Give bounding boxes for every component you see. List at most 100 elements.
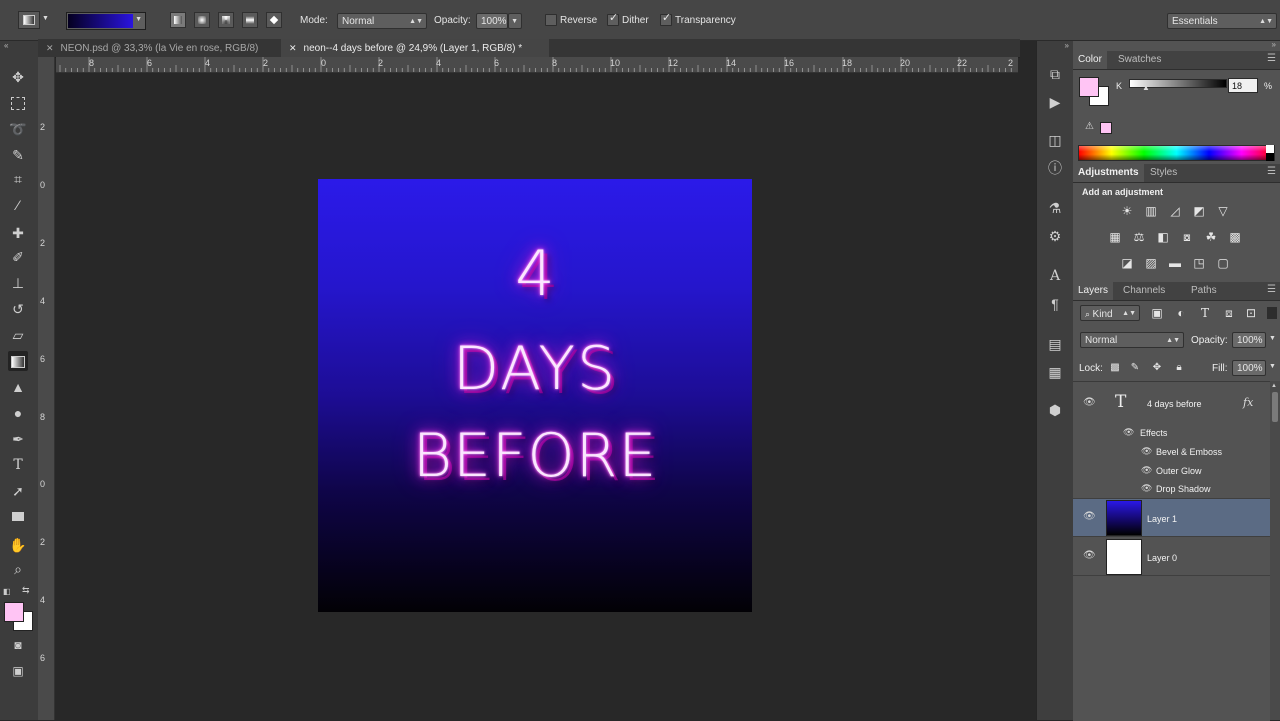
history-icon[interactable]: ⧉ — [1046, 65, 1064, 83]
invert-icon[interactable]: ◪ — [1119, 256, 1135, 270]
tool-preset-arrow[interactable]: ▼ — [42, 15, 49, 22]
brightness-contrast-icon[interactable]: ☀ — [1119, 204, 1135, 218]
effects-eye-icon[interactable]: 👁︎ — [1123, 427, 1134, 438]
dither-checkbox[interactable]: ✓ — [607, 12, 619, 26]
hand-tool-icon[interactable]: ✋ — [8, 535, 28, 555]
channel-mixer-icon[interactable]: ☘ — [1203, 230, 1219, 244]
eraser-tool-icon[interactable]: ▱ — [8, 325, 28, 345]
clone-stamp-tool-icon[interactable]: ⊥ — [8, 273, 28, 293]
rectangle-tool-icon[interactable] — [8, 507, 28, 527]
effect-outer-glow[interactable]: Outer Glow — [1156, 466, 1202, 476]
filter-pixel-icon[interactable]: ▣ — [1149, 306, 1165, 320]
gradient-tool-icon[interactable] — [8, 351, 28, 371]
blur-tool-icon[interactable]: ▲ — [8, 377, 28, 397]
layer-name[interactable]: Layer 1 — [1147, 514, 1177, 524]
layer-filter-select[interactable]: ⌕ Kind ▲▼ — [1080, 305, 1140, 321]
move-tool-icon[interactable]: ✥ — [8, 67, 28, 87]
scrollbar-thumb[interactable] — [1272, 392, 1278, 422]
screen-mode-icon[interactable]: ▣ — [8, 661, 28, 681]
curves-icon[interactable]: ◿ — [1167, 204, 1183, 218]
tab-color[interactable]: Color — [1073, 51, 1107, 69]
tab-layers[interactable]: Layers — [1073, 282, 1114, 300]
tab-paths[interactable]: Paths — [1186, 282, 1222, 300]
vibrance-icon[interactable]: ▽ — [1215, 204, 1231, 218]
quick-selection-tool-icon[interactable]: ✎ — [8, 145, 28, 165]
filter-toggle[interactable] — [1267, 307, 1277, 319]
panel-menu-icon[interactable]: ☰ — [1267, 284, 1276, 295]
layer-row-text[interactable]: 👁︎ T 4 days before fx 👁︎ Effects 👁︎ Beve… — [1073, 382, 1270, 499]
posterize-icon[interactable]: ▨ — [1143, 256, 1159, 270]
close-icon[interactable]: ✕ — [46, 43, 54, 53]
visibility-eye-icon[interactable]: 👁︎ — [1083, 511, 1096, 522]
collapse-arrows-icon[interactable]: » — [1272, 40, 1276, 49]
angle-gradient-button[interactable] — [218, 12, 234, 28]
layers-scrollbar[interactable]: ▲ — [1270, 381, 1280, 720]
black-white-icon[interactable]: ◧ — [1155, 230, 1171, 244]
linear-gradient-button[interactable] — [170, 12, 186, 28]
opacity-field[interactable]: 100% — [476, 13, 508, 29]
actions-play-icon[interactable]: ▶ — [1046, 93, 1064, 111]
effect-eye-icon[interactable]: 👁︎ — [1141, 446, 1152, 457]
color-spectrum[interactable] — [1078, 145, 1275, 161]
tab-neon-psd[interactable]: ✕ NEON.psd @ 33,3% (la Vie en rose, RGB/8… — [38, 39, 281, 57]
pen-tool-icon[interactable]: ✒ — [8, 429, 28, 449]
transparency-checkbox[interactable]: ✓ — [660, 12, 672, 26]
diamond-gradient-button[interactable] — [266, 12, 282, 28]
lock-all-icon[interactable]: 🔒︎ — [1171, 361, 1187, 375]
gamut-warning-icon[interactable]: ⚠ — [1085, 121, 1094, 132]
panel-menu-icon[interactable]: ☰ — [1267, 166, 1276, 177]
tab-channels[interactable]: Channels — [1118, 282, 1170, 300]
properties-icon[interactable]: ▦ — [1046, 363, 1064, 381]
chevron-down-icon[interactable]: ▼ — [1269, 363, 1276, 370]
default-colors-icon[interactable]: ◧ — [3, 587, 11, 596]
foreground-color-swatch[interactable] — [4, 602, 24, 622]
layer-row-layer1[interactable]: 👁︎ Layer 1 — [1073, 499, 1270, 537]
photo-filter-icon[interactable]: ⧇ — [1179, 230, 1195, 244]
threshold-icon[interactable]: ▬ — [1167, 256, 1183, 270]
tool-preset-picker[interactable] — [18, 11, 40, 29]
filter-type-icon[interactable]: T — [1197, 306, 1213, 320]
levels-icon[interactable]: ▥ — [1143, 204, 1159, 218]
layer-opacity-field[interactable]: 100% — [1232, 332, 1266, 348]
document-canvas[interactable]: 4 DAYS BEFORE — [318, 179, 752, 612]
path-selection-tool-icon[interactable]: ➚ — [8, 481, 28, 501]
tab-neon-4-days-before[interactable]: ✕ neon--4 days before @ 24,9% (Layer 1, R… — [281, 39, 549, 57]
exposure-icon[interactable]: ◩ — [1191, 204, 1207, 218]
k-slider-handle[interactable]: ▲ — [1142, 83, 1150, 92]
fill-field[interactable]: 100% — [1232, 360, 1266, 376]
opacity-dropdown[interactable]: ▼ — [508, 13, 522, 29]
blend-mode-select[interactable]: Normal ▲▼ — [1080, 332, 1184, 348]
close-icon[interactable]: ✕ — [289, 43, 297, 53]
effect-eye-icon[interactable]: 👁︎ — [1141, 483, 1152, 494]
zoom-tool-icon[interactable]: ⌕ — [8, 559, 28, 579]
character-icon[interactable]: A — [1046, 267, 1064, 285]
gradient-map-icon[interactable]: ◳ — [1191, 256, 1207, 270]
healing-brush-tool-icon[interactable]: ✚ — [8, 223, 28, 243]
marquee-tool-icon[interactable] — [8, 93, 28, 113]
paragraph-icon[interactable]: ¶ — [1046, 295, 1064, 313]
visibility-eye-icon[interactable]: 👁︎ — [1083, 397, 1096, 408]
layer-comps-icon[interactable]: ◫ — [1046, 131, 1064, 149]
collapse-arrows-icon[interactable]: » — [1065, 41, 1069, 50]
workspace-select[interactable]: Essentials ▲▼ — [1167, 13, 1277, 29]
layer-row-layer0[interactable]: 👁︎ Layer 0 — [1073, 537, 1270, 576]
info-icon[interactable]: ⓘ — [1046, 159, 1064, 177]
notes-icon[interactable]: ▤ — [1046, 335, 1064, 353]
chevron-down-icon[interactable]: ▼ — [1269, 335, 1276, 342]
crop-tool-icon[interactable]: ⌗ — [8, 169, 28, 189]
visibility-eye-icon[interactable]: 👁︎ — [1083, 550, 1096, 561]
k-value-field[interactable]: 18 — [1228, 78, 1258, 93]
color-lookup-icon[interactable]: ▩ — [1227, 230, 1243, 244]
selective-color-icon[interactable]: ▢ — [1215, 256, 1231, 270]
layer-name[interactable]: 4 days before — [1147, 399, 1202, 409]
3d-icon[interactable]: ⬢ — [1046, 401, 1064, 419]
gamut-color-swatch[interactable] — [1100, 122, 1112, 134]
hue-saturation-icon[interactable]: ▦ — [1107, 230, 1123, 244]
panel-menu-icon[interactable]: ☰ — [1267, 53, 1276, 64]
swap-colors-icon[interactable]: ⇆ — [22, 585, 30, 596]
tool-presets-icon[interactable]: ⚙ — [1046, 227, 1064, 245]
eyedropper-tool-icon[interactable]: ⁄ — [8, 195, 28, 215]
type-tool-icon[interactable]: T — [8, 455, 28, 475]
effect-eye-icon[interactable]: 👁︎ — [1141, 465, 1152, 476]
filter-shape-icon[interactable]: ⧈ — [1221, 306, 1237, 320]
